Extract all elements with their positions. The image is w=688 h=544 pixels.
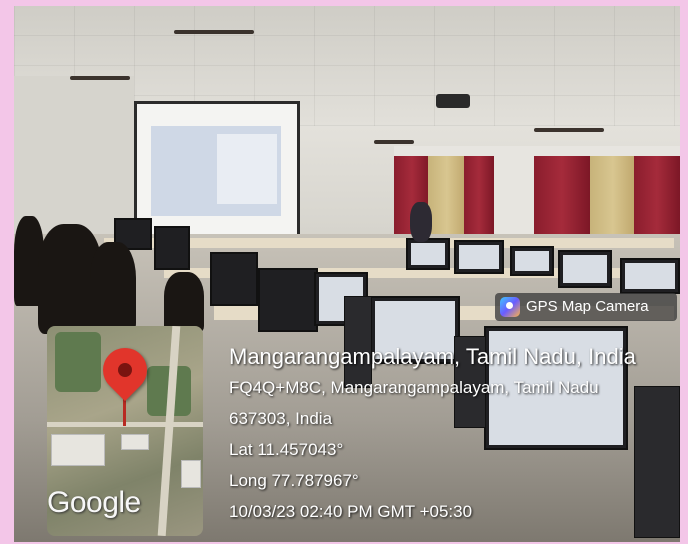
ceiling-fan [174,30,254,34]
timestamp: 10/03/23 02:40 PM GMT +05:30 [229,502,473,521]
gps-map-camera-badge: GPS Map Camera [495,293,677,321]
projector [436,94,470,108]
map-building [181,460,201,488]
address-line-1: FQ4Q+M8C, Mangarangampalayam, Tamil Nadu [229,378,599,397]
ceiling-fan [70,76,130,80]
student [164,272,204,332]
monitor [620,258,680,294]
monitor [558,250,612,288]
photo: GPS Map Camera Google Mangarangampalayam… [14,6,680,542]
map-building [121,434,149,450]
student [90,242,136,332]
map-pin-center [118,363,132,377]
computer-tower [344,296,372,388]
monitor [258,268,318,332]
monitor [406,238,450,270]
ceiling-fan [534,128,604,132]
latitude: Lat 11.457043° [229,440,344,459]
map-greenery [55,332,101,392]
location-map-thumbnail: Google [47,326,203,536]
address-line-2: 637303, India [229,409,333,428]
projection-screen [134,101,300,239]
badge-label: GPS Map Camera [526,298,649,315]
ceiling-fan [374,140,414,144]
monitor [154,226,190,270]
computer-tower [634,386,680,538]
monitor [454,240,504,274]
monitor [510,246,554,276]
location-title: Mangarangampalayam, Tamil Nadu, India [229,344,636,369]
gps-map-camera-icon [500,297,520,317]
projected-window [217,134,277,204]
monitor [210,252,258,306]
google-logo: Google [47,486,141,519]
map-building [51,434,105,466]
instructor [410,202,432,242]
map-road [157,326,181,536]
longitude: Long 77.787967° [229,471,359,490]
